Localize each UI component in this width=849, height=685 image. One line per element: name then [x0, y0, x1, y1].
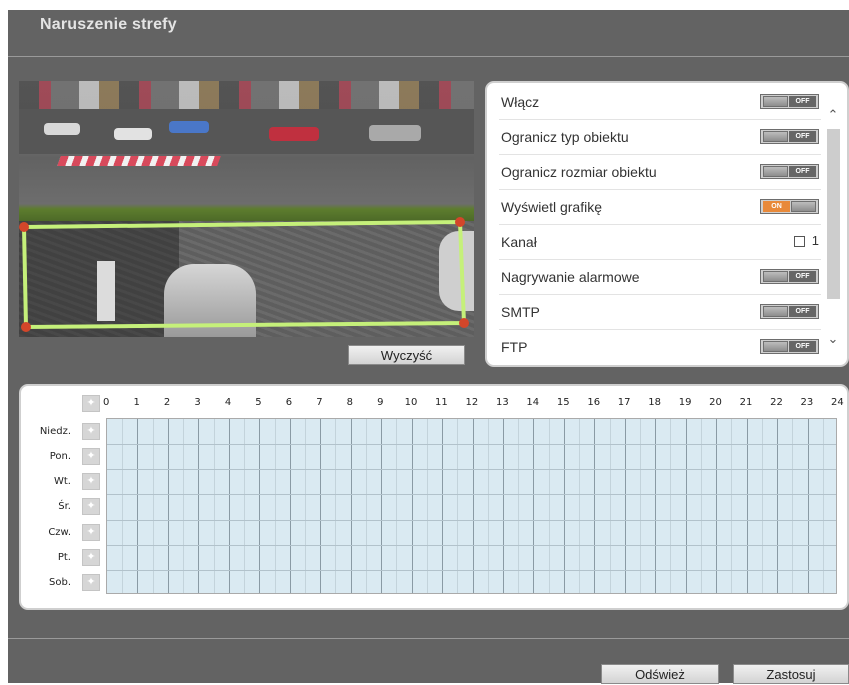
enable-toggle[interactable]: OFF — [760, 94, 819, 109]
hour-label: 17 — [617, 397, 631, 408]
select-all-icon[interactable]: ✦ — [82, 395, 100, 412]
hour-label: 13 — [495, 397, 509, 408]
hour-label: 24 — [831, 397, 844, 408]
settings-scrollbar[interactable]: ⌃ ⌄ — [825, 89, 841, 361]
setting-row-object-size: Ogranicz rozmiar obiektu OFF — [499, 155, 821, 190]
chevron-down-icon[interactable]: ⌄ — [825, 331, 841, 347]
hour-label: 14 — [526, 397, 540, 408]
day-label: Pt. — [57, 551, 71, 563]
select-day-icon[interactable]: ✦ — [82, 548, 100, 566]
scrollbar-thumb[interactable] — [827, 129, 840, 299]
setting-label: Kanał — [501, 234, 537, 250]
select-day-icon[interactable]: ✦ — [82, 448, 100, 466]
hour-label: 6 — [285, 397, 293, 408]
hour-label: 12 — [465, 397, 479, 408]
select-day-icon[interactable]: ✦ — [82, 423, 100, 440]
select-day-icon[interactable]: ✦ — [82, 573, 100, 591]
hour-label: 4 — [224, 397, 232, 408]
setting-row-show-graphics: Wyświetl grafikę ON — [499, 190, 821, 225]
show-graphics-toggle[interactable]: ON — [760, 199, 819, 214]
smtp-toggle[interactable]: OFF — [760, 304, 819, 319]
hour-label: 8 — [346, 397, 354, 408]
hour-label: 1 — [133, 397, 140, 408]
zone-vertex-handle[interactable] — [19, 222, 29, 232]
detection-zone-polygon[interactable] — [21, 219, 467, 330]
setting-label: Nagrywanie alarmowe — [501, 269, 640, 285]
detection-zone-overlay[interactable] — [19, 81, 474, 337]
channel-checkbox-label: 1 — [811, 233, 819, 248]
grid-row-line — [107, 494, 836, 496]
setting-label: FTP — [501, 339, 528, 355]
apply-button[interactable]: Zastosuj — [733, 664, 849, 684]
setting-row-ftp: FTP OFF — [499, 330, 821, 365]
settings-panel: Włącz OFF Ogranicz typ obiektu OFF Ogran… — [485, 81, 849, 367]
page-title: Naruszenie strefy — [40, 16, 177, 33]
day-label: Wt. — [54, 476, 71, 488]
footer-divider — [8, 638, 849, 639]
hour-label: 10 — [404, 397, 418, 408]
hour-label: 18 — [648, 397, 661, 408]
hour-label: 3 — [194, 397, 201, 408]
hour-label: 11 — [435, 397, 448, 408]
alarm-recording-toggle[interactable]: OFF — [760, 269, 819, 284]
setting-row-smtp: SMTP OFF — [499, 295, 821, 330]
hour-label: 0 — [103, 397, 110, 408]
grid-row-line — [107, 544, 836, 546]
hour-label: 23 — [800, 397, 814, 408]
day-label: Niedz. — [39, 426, 71, 437]
refresh-button[interactable]: Odśwież — [601, 664, 719, 684]
object-type-toggle[interactable]: OFF — [760, 129, 819, 144]
grid-row-line — [107, 469, 836, 471]
select-day-icon[interactable]: ✦ — [82, 498, 100, 516]
object-size-toggle[interactable]: OFF — [760, 164, 819, 179]
setting-label: SMTP — [501, 304, 540, 320]
hour-label: 15 — [556, 397, 570, 408]
setting-row-alarm-recording: Nagrywanie alarmowe OFF — [499, 260, 821, 295]
day-label: Śr. — [58, 501, 71, 513]
schedule-panel: ✦ 0 1 2 3 4 5 6 7 8 9 10 11 12 13 14 15 16 17 18 19 20 21 22 23… — [19, 384, 849, 610]
zone-vertex-handle[interactable] — [459, 318, 469, 328]
day-label: Czw. — [48, 526, 71, 538]
clear-button[interactable]: Wyczyść — [348, 345, 465, 365]
hour-label: 7 — [316, 397, 323, 408]
hour-label: 5 — [255, 397, 262, 408]
hour-label: 9 — [377, 397, 384, 408]
zone-vertex-handle[interactable] — [21, 322, 31, 332]
ftp-toggle[interactable]: OFF — [760, 339, 819, 354]
setting-label: Włącz — [501, 94, 540, 110]
setting-label: Ogranicz rozmiar obiektu — [501, 164, 657, 180]
day-label: Sob. — [49, 576, 71, 588]
schedule-grid[interactable] — [106, 418, 837, 594]
setting-row-enable: Włącz OFF — [499, 85, 821, 120]
hour-label: 20 — [709, 397, 722, 408]
hour-label: 16 — [587, 397, 601, 408]
setting-label: Wyświetl grafikę — [501, 199, 603, 215]
setting-row-channel: Kanał 1 — [499, 225, 821, 260]
title-divider — [8, 56, 849, 57]
camera-preview[interactable] — [19, 81, 474, 337]
hour-label: 2 — [163, 397, 171, 408]
select-day-icon[interactable]: ✦ — [82, 473, 100, 491]
grid-row-line — [107, 519, 836, 521]
grid-row-line — [107, 444, 836, 446]
chevron-up-icon[interactable]: ⌃ — [825, 107, 841, 123]
hour-label: 19 — [678, 397, 692, 408]
hour-label: 21 — [739, 397, 753, 408]
setting-label: Ogranicz typ obiektu — [501, 129, 629, 145]
setting-row-object-type: Ogranicz typ obiektu OFF — [499, 120, 821, 155]
grid-row-line — [107, 569, 836, 571]
select-day-icon[interactable]: ✦ — [82, 523, 100, 541]
zone-vertex-handle[interactable] — [455, 217, 465, 227]
hour-label: 22 — [770, 397, 783, 408]
day-label: Pon. — [49, 451, 71, 463]
channel-checkbox[interactable] — [794, 236, 805, 247]
